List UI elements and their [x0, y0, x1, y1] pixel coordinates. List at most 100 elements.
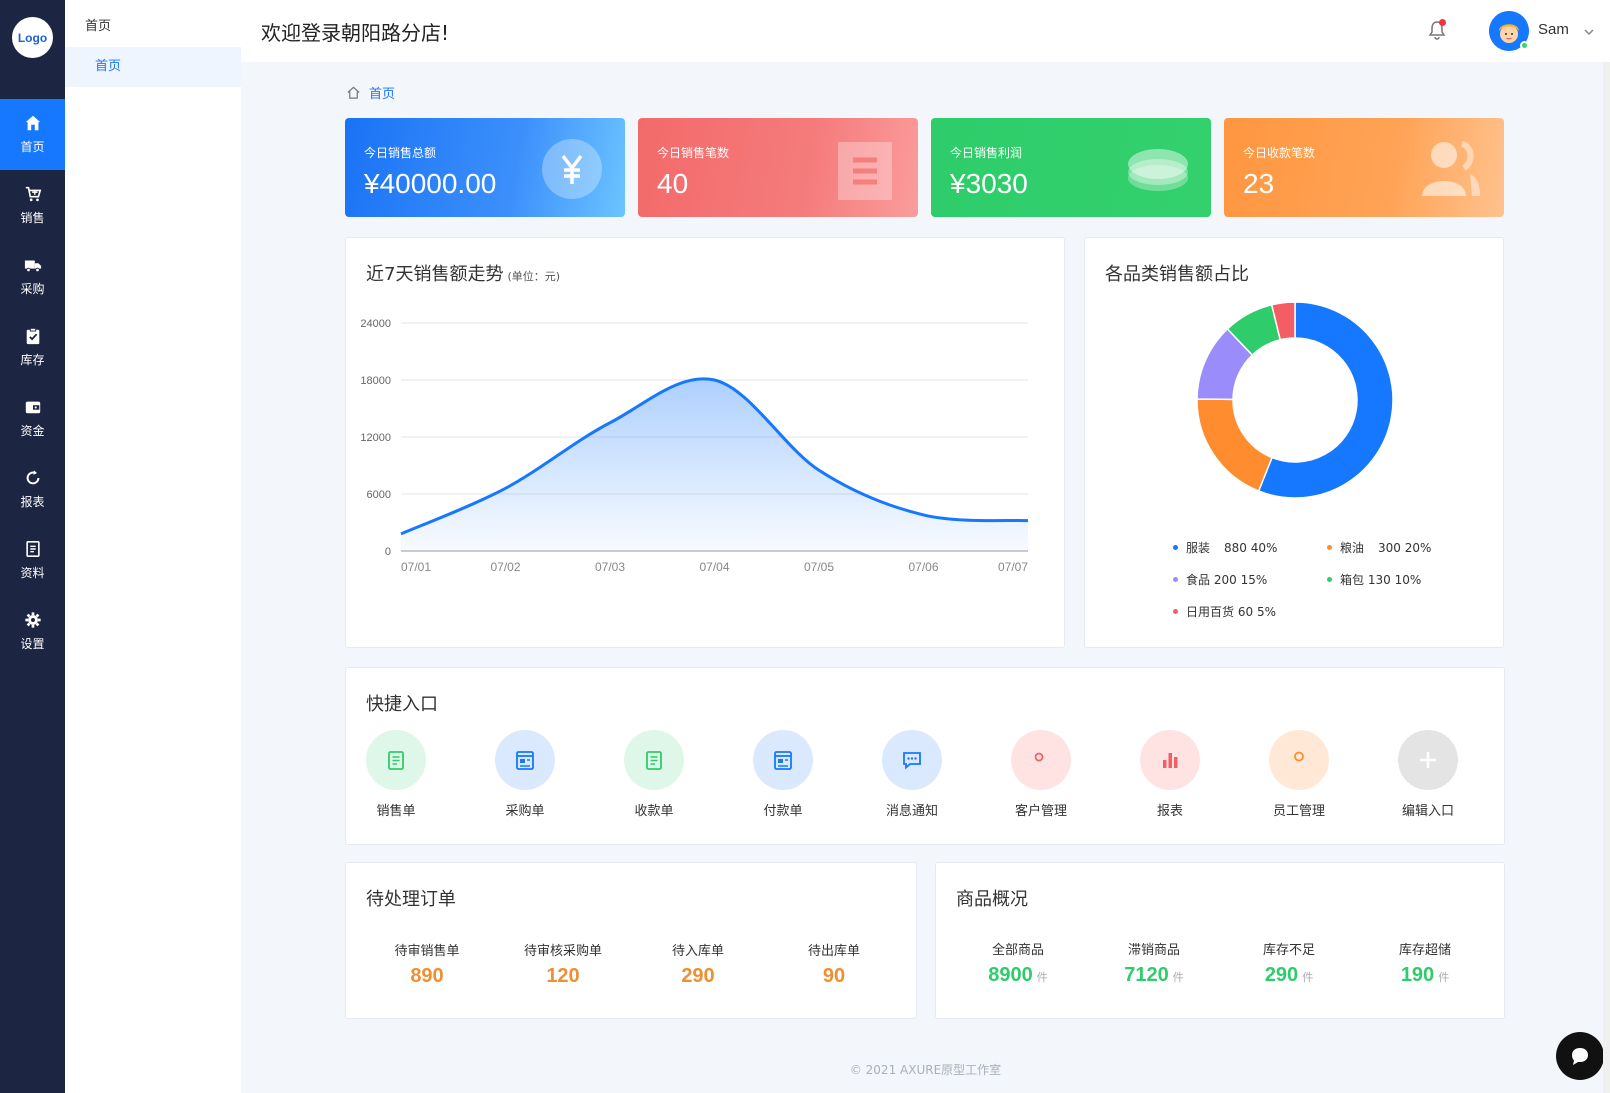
scrollbar[interactable] — [1603, 62, 1610, 1093]
legend-dot — [1173, 577, 1178, 582]
stat-pending-sales[interactable]: 待审销售单 890 — [362, 940, 492, 988]
home-icon — [25, 115, 40, 131]
stat-low-stock[interactable]: 库存不足 290 件 — [1224, 939, 1354, 987]
quick-entry-label: 员工管理 — [1272, 804, 1325, 819]
stat-value: 890 — [410, 965, 444, 987]
stat-all-goods[interactable]: 全部商品 8900 件 — [953, 939, 1083, 987]
stat-slow-moving[interactable]: 滞销商品 7120 件 — [1089, 939, 1219, 987]
breadcrumb-home[interactable]: 首页 — [369, 83, 395, 102]
kpi-card-sales-total: 今日销售总额 ¥40000.00 — [345, 118, 625, 217]
plus-icon — [1420, 752, 1436, 768]
quick-entry-label: 客户管理 — [1014, 804, 1067, 819]
pie-slice[interactable] — [1196, 398, 1273, 492]
subnav-title: 首页 — [85, 19, 112, 34]
quick-entry-circle — [1011, 730, 1071, 790]
quick-entry-customers[interactable]: 客户管理 — [1001, 730, 1081, 819]
legend-item: 食品 200 15% — [1173, 571, 1267, 588]
stat-label: 滞销商品 — [1127, 943, 1180, 958]
coins-icon — [1128, 149, 1188, 191]
stat-unit: 件 — [1438, 972, 1450, 984]
nav-item-label: 销售 — [20, 211, 45, 225]
nav-item-funds[interactable]: 资金 — [0, 383, 65, 454]
footer-copyright: © 2021 AXURE原型工作室 — [849, 1063, 1002, 1077]
chat-button[interactable] — [1556, 1032, 1604, 1080]
sub-nav: 首页 首页 — [65, 0, 241, 1093]
x-tick-label: 07/04 — [699, 560, 729, 574]
username[interactable]: Sam — [1538, 21, 1569, 38]
quick-entry-employee[interactable]: 员工管理 — [1259, 730, 1339, 819]
nav-item-sales[interactable]: 销售 — [0, 170, 65, 241]
nav-item-home[interactable]: 首页 — [0, 99, 65, 170]
stat-unit: 件 — [1036, 972, 1048, 984]
quick-entry-label: 收款单 — [634, 804, 674, 819]
page-title: 欢迎登录朝阳路分店! — [261, 21, 450, 45]
logo: Logo — [12, 17, 53, 58]
clipboard-check-icon — [26, 327, 39, 345]
quick-entry-receipt[interactable]: 收款单 — [614, 730, 694, 819]
x-tick-label: 07/05 — [804, 560, 834, 574]
users-icon — [1422, 141, 1480, 196]
notification-dot — [1439, 19, 1446, 26]
nav-item-label: 设置 — [20, 637, 45, 651]
chevron-down-icon[interactable] — [1583, 26, 1595, 38]
panel-title: 待处理订单 — [366, 889, 456, 910]
nav-item-purchase[interactable]: 采购 — [0, 241, 65, 312]
nav-item-data[interactable]: 资料 — [0, 525, 65, 596]
y-tick-label: 18000 — [360, 375, 391, 387]
stat-value: 290 — [1264, 964, 1299, 986]
receipt-icon — [646, 751, 662, 770]
subnav-item-home[interactable]: 首页 — [65, 47, 241, 87]
stat-overstock[interactable]: 库存超储 190 件 — [1360, 939, 1490, 987]
stat-value: 90 — [822, 965, 846, 987]
nav-item-reports[interactable]: 报表 — [0, 454, 65, 525]
quick-entry-sales-order[interactable]: 销售单 — [356, 730, 436, 819]
quick-entry-purchase-order[interactable]: 采购单 — [485, 730, 565, 819]
legend-dot — [1327, 577, 1332, 582]
stat-label: 待审销售单 — [394, 944, 460, 959]
quick-entry-label: 采购单 — [505, 804, 545, 819]
quick-entry-circle — [1140, 730, 1200, 790]
quick-entry-message[interactable]: 消息通知 — [872, 730, 952, 819]
legend-item: 日用百货 60 5% — [1173, 603, 1276, 620]
sales-order-icon — [388, 751, 404, 770]
stat-pending-outbound[interactable]: 待出库单 90 — [769, 940, 899, 988]
payment-icon — [774, 751, 792, 770]
legend-dot — [1173, 609, 1178, 614]
chat-bubble-icon — [1572, 1048, 1588, 1065]
pending-orders-panel: 待处理订单 待审销售单 890 待审核采购单 120 待入库单 290 待出库单… — [345, 862, 917, 1019]
legend-name: 日用百货 — [1186, 605, 1235, 619]
quick-entry-bar-chart[interactable]: 报表 — [1130, 730, 1210, 819]
kpi-value: 40 — [657, 168, 689, 199]
stat-label: 全部商品 — [991, 943, 1044, 958]
quick-entry-payment[interactable]: 付款单 — [743, 730, 823, 819]
quick-entry-label: 报表 — [1156, 804, 1183, 819]
stat-value: 120 — [546, 965, 580, 987]
panel-title: 快捷入口 — [366, 694, 438, 715]
document-icon — [25, 540, 40, 558]
legend-value: 880 — [1224, 540, 1247, 555]
quick-entry-plus[interactable]: 编辑入口 — [1388, 730, 1468, 819]
kpi-value: 23 — [1243, 168, 1275, 199]
legend-percent: 10% — [1394, 572, 1422, 587]
kpi-card-profit: 今日销售利润 ¥3030 — [931, 118, 1211, 217]
quick-entry-panel: 快捷入口 销售单 采购单 收款单 付款单 消息通知 客户管理 报表 员工管理 编辑入口 — [345, 667, 1505, 845]
kpi-label: 今日销售利润 — [950, 146, 1023, 160]
nav-item-settings[interactable]: 设置 — [0, 596, 65, 667]
sales-trend-panel: 近7天销售额走势 (单位：元) 0 6000 12000 18000 24000 07/01… — [345, 237, 1065, 648]
sales-trend-chart: 0 6000 12000 18000 24000 07/01 07/02 07/03 07/04… — [360, 318, 1028, 574]
list-icon — [838, 142, 892, 200]
stat-pending-purchase[interactable]: 待审核采购单 120 — [498, 940, 628, 988]
legend-percent: 5% — [1256, 604, 1276, 619]
stat-label: 待入库单 — [671, 944, 724, 959]
kpi-label: 今日收款笔数 — [1243, 146, 1316, 160]
stat-unit: 件 — [1302, 972, 1314, 984]
kpi-value: ¥3030 — [950, 168, 1028, 199]
employee-icon — [1294, 751, 1304, 762]
stat-value: 190 — [1400, 964, 1435, 986]
nav-item-inventory[interactable]: 库存 — [0, 312, 65, 383]
nav-item-label: 资金 — [20, 424, 45, 438]
legend-item: 粮油 300 20% — [1327, 539, 1431, 556]
stat-label: 待出库单 — [807, 944, 860, 959]
y-tick-label: 12000 — [360, 432, 391, 444]
stat-pending-inbound[interactable]: 待入库单 290 — [633, 940, 763, 988]
